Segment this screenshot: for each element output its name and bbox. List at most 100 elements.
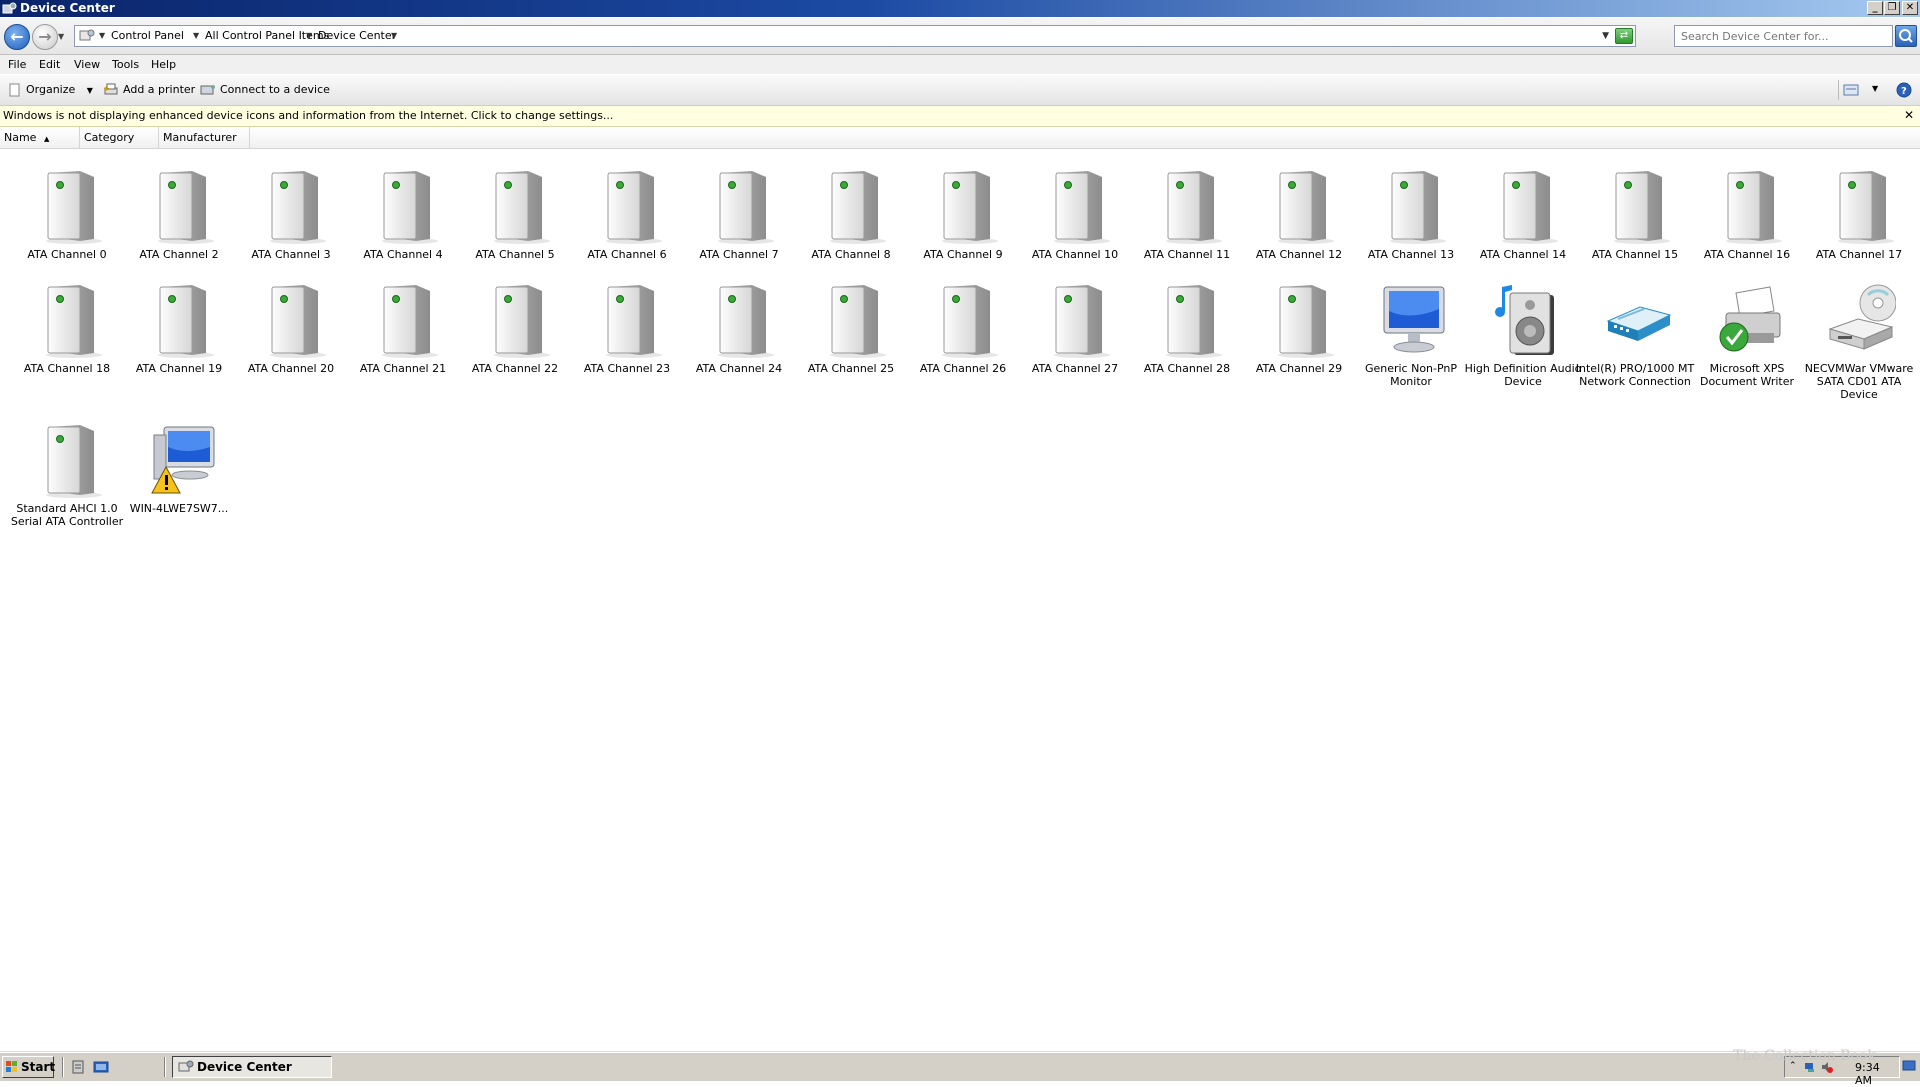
drive-icon bbox=[684, 271, 794, 361]
server-manager-icon[interactable] bbox=[70, 1059, 86, 1075]
information-bar[interactable]: Windows is not displaying enhanced devic… bbox=[0, 106, 1920, 127]
menu-help[interactable]: Help bbox=[151, 58, 176, 71]
device-tile[interactable]: ATA Channel 28 bbox=[1132, 271, 1242, 375]
device-tile[interactable]: Standard AHCI 1.0 Serial ATA Controller bbox=[11, 411, 123, 528]
menu-edit[interactable]: Edit bbox=[39, 58, 60, 71]
refresh-button[interactable]: ⇄ bbox=[1615, 28, 1633, 44]
device-tile[interactable]: ATA Channel 20 bbox=[236, 271, 346, 375]
device-tile[interactable]: ATA Channel 19 bbox=[124, 271, 234, 375]
device-tile[interactable]: ATA Channel 29 bbox=[1244, 271, 1354, 375]
crumb-separator-icon[interactable]: ▼ bbox=[193, 31, 199, 40]
device-tile[interactable]: ATA Channel 18 bbox=[12, 271, 122, 375]
menu-view[interactable]: View bbox=[74, 58, 100, 71]
clock[interactable]: 9:34 AM bbox=[1855, 1061, 1899, 1087]
device-tile[interactable]: ATA Channel 23 bbox=[572, 271, 682, 375]
device-label: ATA Channel 17 bbox=[1815, 248, 1903, 261]
column-header-category[interactable]: Category bbox=[80, 127, 159, 148]
infobar-message[interactable]: Windows is not displaying enhanced devic… bbox=[3, 109, 613, 122]
device-tile[interactable]: NECVMWar VMware SATA CD01 ATA Device bbox=[1804, 271, 1914, 401]
drive-icon bbox=[348, 157, 458, 247]
device-tile[interactable]: ATA Channel 27 bbox=[1020, 271, 1130, 375]
device-list: ATA Channel 0 ATA Channel 2 ATA Channel 3 A… bbox=[0, 149, 1920, 1051]
breadcrumb-device-center[interactable]: Device Center bbox=[318, 29, 396, 43]
address-history-dropdown[interactable]: ▼ bbox=[1602, 31, 1609, 41]
device-label: ATA Channel 22 bbox=[471, 362, 559, 375]
device-tile[interactable]: Microsoft XPS Document Writer bbox=[1692, 271, 1802, 388]
forward-button[interactable]: → bbox=[32, 24, 58, 50]
device-label: ATA Channel 5 bbox=[475, 248, 555, 261]
device-tile[interactable]: ATA Channel 17 bbox=[1804, 157, 1914, 261]
close-icon[interactable]: ✕ bbox=[1904, 108, 1914, 122]
connect-device-button[interactable]: Connect to a device bbox=[200, 82, 330, 98]
device-label: Microsoft XPS Document Writer bbox=[1699, 362, 1795, 388]
restore-button[interactable]: ❐ bbox=[1884, 1, 1900, 15]
device-tile[interactable]: Intel(R) PRO/1000 MT Network Connection bbox=[1576, 271, 1694, 388]
device-tile[interactable]: ATA Channel 24 bbox=[684, 271, 794, 375]
device-tile[interactable]: WIN-4LWE7SW7... bbox=[124, 411, 234, 515]
menu-bar: File Edit View Tools Help bbox=[0, 55, 1920, 74]
device-tile[interactable]: ATA Channel 21 bbox=[348, 271, 458, 375]
connect-device-label: Connect to a device bbox=[220, 83, 330, 96]
crumb-separator-icon[interactable]: ▼ bbox=[306, 31, 312, 40]
add-printer-button[interactable]: + Add a printer bbox=[103, 82, 195, 98]
device-tile[interactable]: ATA Channel 0 bbox=[12, 157, 122, 261]
drive-icon bbox=[572, 157, 682, 247]
drive-icon bbox=[460, 271, 570, 361]
device-tile[interactable]: ATA Channel 4 bbox=[348, 157, 458, 261]
view-options-icon[interactable] bbox=[1843, 83, 1859, 97]
device-label: ATA Channel 25 bbox=[807, 362, 895, 375]
drive-icon bbox=[124, 157, 234, 247]
device-tile[interactable]: ATA Channel 2 bbox=[124, 157, 234, 261]
device-tile[interactable]: ATA Channel 15 bbox=[1580, 157, 1690, 261]
device-tile[interactable]: ATA Channel 14 bbox=[1468, 157, 1578, 261]
column-header-manufacturer[interactable]: Manufacturer bbox=[159, 127, 250, 148]
menu-tools[interactable]: Tools bbox=[112, 58, 139, 71]
back-button[interactable]: ← bbox=[4, 24, 30, 50]
search-box[interactable] bbox=[1674, 25, 1893, 47]
device-tile[interactable]: ATA Channel 22 bbox=[460, 271, 570, 375]
show-desktop-quicklaunch-icon[interactable] bbox=[93, 1059, 109, 1075]
network-adapter-icon bbox=[1580, 271, 1690, 361]
device-tile[interactable]: High Definition Audio Device bbox=[1465, 271, 1581, 388]
device-tile[interactable]: ATA Channel 6 bbox=[572, 157, 682, 261]
device-tile[interactable]: ATA Channel 5 bbox=[460, 157, 570, 261]
device-tile[interactable]: ATA Channel 8 bbox=[796, 157, 906, 261]
menu-file[interactable]: File bbox=[8, 58, 26, 71]
search-input[interactable] bbox=[1677, 27, 1875, 45]
device-tile[interactable]: ATA Channel 12 bbox=[1244, 157, 1354, 261]
window-title: Device Center bbox=[20, 1, 115, 15]
device-tile[interactable]: ATA Channel 7 bbox=[684, 157, 794, 261]
taskbar-separator bbox=[164, 1057, 166, 1077]
taskbar-button-device-center[interactable]: Device Center bbox=[172, 1056, 332, 1078]
taskbar: Start Device Center ⌃ 9:34 AM bbox=[0, 1052, 1920, 1087]
column-header-name[interactable]: Name ▲ bbox=[0, 127, 80, 148]
device-label: ATA Channel 27 bbox=[1031, 362, 1119, 375]
device-label: Standard AHCI 1.0 Serial ATA Controller bbox=[10, 502, 124, 528]
device-tile[interactable]: ATA Channel 11 bbox=[1132, 157, 1242, 261]
device-tile[interactable]: ATA Channel 25 bbox=[796, 271, 906, 375]
device-tile[interactable]: Generic Non-PnP Monitor bbox=[1356, 271, 1466, 388]
device-tile[interactable]: ATA Channel 16 bbox=[1692, 157, 1802, 261]
search-button[interactable] bbox=[1895, 25, 1917, 47]
minimize-button[interactable]: _ bbox=[1867, 1, 1883, 15]
breadcrumb-control-panel[interactable]: Control Panel bbox=[111, 29, 184, 43]
device-tile[interactable]: ATA Channel 13 bbox=[1356, 157, 1466, 261]
drive-icon bbox=[1244, 271, 1354, 361]
start-button[interactable]: Start bbox=[2, 1056, 55, 1078]
show-desktop-icon[interactable] bbox=[1902, 1059, 1916, 1073]
address-box[interactable]: ▼ Control Panel ▼ All Control Panel Item… bbox=[74, 25, 1636, 47]
help-icon[interactable]: ? bbox=[1896, 82, 1912, 98]
device-label: ATA Channel 0 bbox=[27, 248, 107, 261]
view-dropdown-icon[interactable]: ▼ bbox=[1872, 84, 1878, 93]
device-tile[interactable]: ATA Channel 9 bbox=[908, 157, 1018, 261]
device-label: ATA Channel 23 bbox=[583, 362, 671, 375]
organize-button[interactable]: Organize ▼ bbox=[8, 82, 93, 98]
crumb-separator-icon[interactable]: ▼ bbox=[391, 31, 397, 40]
device-tile[interactable]: ATA Channel 3 bbox=[236, 157, 346, 261]
close-button[interactable]: ✕ bbox=[1902, 1, 1918, 15]
drive-icon bbox=[1692, 157, 1802, 247]
device-tile[interactable]: ATA Channel 10 bbox=[1020, 157, 1130, 261]
crumb-separator-icon[interactable]: ▼ bbox=[99, 31, 105, 40]
device-tile[interactable]: ATA Channel 26 bbox=[908, 271, 1018, 375]
recent-pages-dropdown[interactable]: ▼ bbox=[58, 32, 64, 41]
